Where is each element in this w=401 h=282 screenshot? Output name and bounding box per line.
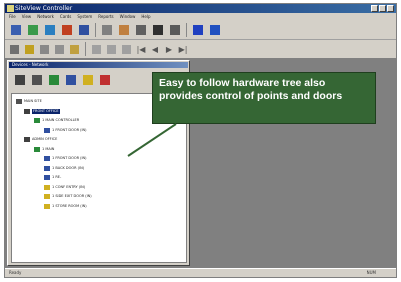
last-record-button[interactable]: ▶| (178, 44, 188, 55)
minimize-button[interactable] (371, 5, 378, 12)
paste-icon[interactable] (121, 44, 132, 55)
callout-pointer-arrow (127, 123, 177, 157)
tree-node-icon (44, 165, 50, 171)
tree-node[interactable]: FRONT OFFICE (24, 108, 60, 115)
main-toolbar (5, 20, 396, 40)
tree-node-label: MAIN SITE (24, 99, 42, 103)
first-record-button[interactable]: |◀ (136, 44, 146, 55)
tree-node-label: 1 SIDE EXIT DOOR (IN) (52, 194, 92, 198)
tree-node-icon (24, 137, 30, 142)
tree-node-icon (44, 184, 50, 190)
tree-node-icon (44, 203, 50, 209)
prev-record-button[interactable]: ◀ (150, 44, 160, 55)
tree-node[interactable]: ADMIN OFFICE (24, 136, 57, 143)
report-icon[interactable] (100, 23, 114, 37)
status-left: Ready (9, 270, 22, 275)
menu-reports[interactable]: Reports (98, 13, 113, 20)
list-icon[interactable] (39, 44, 50, 55)
tree-node-label: ADMIN OFFICE (32, 137, 58, 141)
panel-title-bar: Devices - Network (9, 62, 188, 68)
new-icon[interactable] (9, 44, 20, 55)
status-right: NUM (366, 270, 376, 275)
person-icon[interactable] (9, 23, 23, 37)
camera-icon[interactable] (168, 23, 182, 37)
open-folder-icon[interactable] (69, 44, 80, 55)
menu-cards[interactable]: Cards (60, 13, 71, 20)
window-controls (371, 5, 394, 12)
tree-node[interactable]: 1 FRONT DOOR (IN) (44, 127, 87, 134)
tree-node-icon (44, 175, 50, 180)
tree-node-icon (16, 99, 22, 104)
door-icon[interactable] (134, 23, 148, 37)
toolbar-separator (95, 22, 96, 37)
schedule-icon[interactable] (60, 23, 74, 37)
tree-node-label: 1 MAIN (42, 146, 55, 151)
grid-icon[interactable] (191, 23, 205, 37)
callout-text: Easy to follow hardware tree also provid… (159, 77, 343, 102)
close-button[interactable] (387, 5, 394, 12)
panel-toolbar (14, 71, 111, 89)
tree-node[interactable]: MAIN SITE (16, 98, 42, 105)
app-icon (7, 5, 14, 12)
window-title: SiteView Controller (15, 5, 73, 12)
tree-node-icon (34, 146, 40, 152)
tree-node-icon (44, 156, 50, 161)
alarm-icon[interactable] (151, 23, 165, 37)
toolbar-separator (85, 42, 86, 56)
tree-node[interactable]: 1 SIDE EXIT DOOR (IN) (44, 193, 92, 200)
title-bar: SiteView Controller (5, 4, 396, 13)
tree-node[interactable]: 1 STORE ROOM (IN) (44, 203, 87, 210)
tree-node-label: 1 FRONT DOOR (IN) (52, 156, 87, 160)
panel-title: Devices - Network (12, 62, 49, 67)
status-bar: Ready NUM (5, 268, 396, 277)
tree-node-label: 1 CONF ENTRY (IN) (52, 184, 86, 189)
menu-file[interactable]: File (9, 13, 16, 20)
toolbar-separator (186, 22, 187, 37)
tree-node[interactable]: 1 MAIN CONTROLLER (34, 117, 79, 124)
cut-icon[interactable] (91, 44, 102, 55)
secondary-toolbar: |◀ ◀ ▶ ▶| (5, 41, 396, 57)
tree-node-icon (24, 108, 30, 114)
feature-callout: Easy to follow hardware tree also provid… (152, 72, 376, 124)
help-icon[interactable] (208, 23, 222, 37)
tree-node[interactable]: 1 BACK DOOR (IN) (44, 165, 84, 172)
tree-node-icon (44, 127, 50, 133)
card-icon[interactable] (82, 74, 94, 86)
controller-icon[interactable] (48, 74, 60, 86)
menu-system[interactable]: System (77, 13, 92, 20)
tree-node-label: 1 MAIN CONTROLLER (42, 118, 80, 122)
menu-network[interactable]: Network (37, 13, 54, 20)
tree-node[interactable]: 1 RE- (44, 174, 61, 181)
tree-node[interactable]: 1 CONF ENTRY (IN) (44, 184, 85, 191)
pencil-icon[interactable] (117, 23, 131, 37)
pc-icon[interactable] (31, 74, 43, 86)
tree-node-label: FRONT OFFICE (32, 108, 60, 114)
network-icon[interactable] (14, 74, 26, 86)
copy-icon[interactable] (106, 44, 117, 55)
menu-window[interactable]: Window (120, 13, 136, 20)
map-icon[interactable] (24, 44, 35, 55)
application-window: SiteView Controller File View Network Ca… (4, 3, 397, 278)
group-icon[interactable] (77, 23, 91, 37)
menu-help[interactable]: Help (141, 13, 150, 20)
tree-node-icon (44, 194, 50, 199)
tree-node[interactable]: 1 FRONT DOOR (IN) (44, 155, 87, 162)
tree-node-label: 1 RE- (52, 175, 62, 179)
card-reader-icon[interactable] (26, 23, 40, 37)
menu-view[interactable]: View (22, 13, 32, 20)
reader-icon[interactable] (65, 74, 77, 86)
tree-node-label: 1 BACK DOOR (IN) (52, 165, 85, 170)
next-record-button[interactable]: ▶ (164, 44, 174, 55)
tree-node-icon (34, 118, 40, 123)
tree-node-label: 1 STORE ROOM (IN) (52, 203, 87, 208)
menu-bar: File View Network Cards System Reports W… (5, 13, 396, 20)
floppy-icon[interactable] (43, 23, 57, 37)
tree-node-label: 1 FRONT DOOR (IN) (52, 127, 87, 132)
tree-icon[interactable] (54, 44, 65, 55)
tree-node[interactable]: 1 MAIN (34, 146, 54, 153)
maximize-button[interactable] (379, 5, 386, 12)
alarm-panel-icon[interactable] (99, 74, 111, 86)
